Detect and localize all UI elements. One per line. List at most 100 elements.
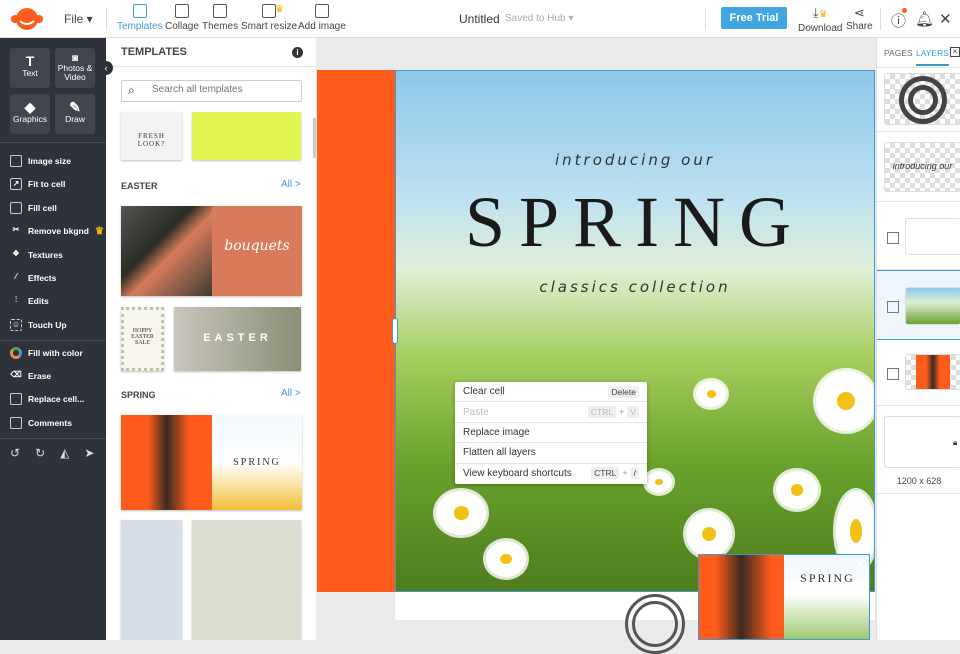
sliders-icon: ⫶: [15, 295, 17, 304]
template-bouquets[interactable]: bouquets: [121, 206, 302, 296]
document-title[interactable]: Untitled: [459, 12, 500, 26]
help-icon[interactable]: ⓘ: [891, 8, 907, 31]
smart-resize-tool[interactable]: Smart resize ♛: [241, 4, 297, 32]
send-icon[interactable]: ➤: [84, 446, 94, 460]
template-fresh-look[interactable]: FRESH LOOK?: [121, 112, 182, 160]
label: Remove bkgnd: [28, 226, 89, 236]
resize-handle[interactable]: [392, 318, 398, 344]
add-image-tool[interactable]: Add image: [298, 4, 346, 32]
collapse-panel-button[interactable]: ‹: [99, 61, 113, 75]
replace-cell-item[interactable]: Replace cell...: [10, 393, 84, 405]
left-sidebar: T Text ◙ Photos & Video ◆ Graphics ✎ Draw Im…: [0, 38, 106, 640]
thumb-text: SPRING: [212, 415, 302, 510]
download-button[interactable]: ⤓♛ Download: [798, 4, 842, 34]
bell-icon[interactable]: 🔔︎: [915, 10, 934, 28]
replace-image-item[interactable]: Replace image: [455, 423, 647, 444]
lock-icon[interactable]: 🔒︎: [953, 438, 957, 448]
keyboard-shortcuts-item[interactable]: View keyboard shortcuts CTRL + /: [455, 464, 647, 484]
photo-cell[interactable]: introducing our SPRING classics collecti…: [395, 70, 875, 592]
share-icon: ⋖: [853, 5, 865, 20]
tab-pages[interactable]: PAGES: [884, 48, 913, 58]
search-input[interactable]: [152, 84, 297, 95]
close-preview-icon[interactable]: ✕: [855, 558, 864, 571]
flatten-layers-item[interactable]: Flatten all layers: [455, 443, 647, 464]
free-trial-button[interactable]: Free Trial: [721, 7, 787, 29]
share-button[interactable]: ⋖ Share: [846, 4, 873, 32]
spring-all-link[interactable]: All >: [281, 388, 301, 399]
divider: [0, 340, 106, 341]
templates-tool[interactable]: Templates: [117, 4, 163, 32]
label: Flatten all layers: [463, 447, 536, 459]
search-box[interactable]: ⌕: [121, 80, 302, 102]
label: Paste: [463, 406, 489, 418]
draw-tool[interactable]: ✎ Draw: [55, 94, 95, 134]
sub-text[interactable]: classics collection: [396, 278, 874, 296]
label: Templates: [117, 21, 163, 32]
intro-text[interactable]: introducing our: [396, 151, 874, 169]
themes-tool[interactable]: Themes: [202, 4, 238, 32]
info-icon[interactable]: i: [292, 47, 303, 58]
erase-item[interactable]: ⌫ Erase: [10, 370, 51, 382]
undo-icon[interactable]: ↺: [10, 446, 20, 460]
cell-icon: [887, 368, 899, 380]
graphics-tool[interactable]: ◆ Graphics: [10, 94, 50, 134]
template-sage[interactable]: [192, 520, 301, 640]
close-icon[interactable]: ✕: [939, 10, 952, 28]
template-preview-popup[interactable]: SPRING ✕: [698, 554, 870, 640]
template-spring[interactable]: SPRING: [121, 415, 302, 510]
comment-icon: [10, 417, 22, 429]
divider: [0, 438, 106, 439]
flip-icon[interactable]: ◭: [60, 446, 69, 460]
layer-woman-cutout[interactable]: [877, 340, 960, 406]
label: Effects: [28, 273, 57, 283]
effects-item[interactable]: ⁄ Effects: [10, 272, 56, 284]
text-tool[interactable]: T Text: [10, 48, 50, 88]
layer-text-preview: introducing our: [884, 142, 960, 192]
fill-cell-item[interactable]: Fill cell: [10, 202, 57, 214]
shortcut: CTRL: [587, 405, 617, 418]
textures-item[interactable]: ❖ Textures: [10, 249, 62, 261]
image-size-item[interactable]: Image size: [10, 155, 71, 167]
photos-video-tool[interactable]: ◙ Photos & Video: [55, 48, 95, 88]
panel-title: TEMPLATES: [121, 46, 187, 58]
remove-background-item[interactable]: ✂ Remove bkgnd ♛: [10, 225, 104, 237]
label: Photos & Video: [57, 63, 93, 82]
saved-status[interactable]: Saved to Hub ▾: [505, 13, 573, 24]
template-lime[interactable]: [192, 112, 301, 160]
tab-layers[interactable]: LAYERS: [916, 48, 949, 66]
file-menu[interactable]: File ▾: [64, 12, 93, 26]
layer-background[interactable]: 🔒︎ 1200 x 628: [877, 406, 960, 494]
collage-icon: [174, 4, 189, 18]
layer-photo-selected[interactable]: [877, 270, 960, 340]
layer-circle-graphic[interactable]: [877, 68, 960, 132]
text-icon: T: [25, 53, 35, 69]
pencil-icon: ✎: [69, 99, 81, 115]
add-image-icon: [314, 4, 329, 18]
comments-item[interactable]: Comments: [10, 417, 72, 429]
canvas-size: 1200 x 628: [896, 476, 942, 486]
fill-with-color-item[interactable]: Fill with color: [10, 347, 83, 359]
paste-item[interactable]: Paste CTRL + V: [455, 402, 647, 423]
layer-cell-empty[interactable]: [877, 202, 960, 270]
template-hoppy-easter[interactable]: HOPPY EASTER SALE: [121, 307, 164, 371]
label: Comments: [28, 418, 72, 428]
collage-tool[interactable]: Collage: [165, 4, 199, 32]
template-blue[interactable]: [121, 520, 182, 640]
label: Fill cell: [28, 203, 57, 213]
orange-cell[interactable]: [317, 70, 395, 592]
fit-to-cell-item[interactable]: ↗ Fit to cell: [10, 178, 65, 190]
thumb-text: FRESH LOOK?: [137, 132, 166, 148]
headline-text[interactable]: SPRING: [396, 181, 874, 264]
eraser-icon: ⌫: [10, 370, 22, 379]
label: Collage: [165, 21, 199, 32]
clear-cell-item[interactable]: Clear cell Delete: [455, 382, 647, 403]
template-easter[interactable]: EASTER: [174, 307, 301, 371]
close-panel-icon[interactable]: ×: [950, 47, 960, 57]
edits-item[interactable]: ⫶ Edits: [10, 295, 49, 307]
easter-all-link[interactable]: All >: [281, 179, 301, 190]
touch-up-item[interactable]: ☺ Touch Up: [10, 319, 67, 331]
layer-text[interactable]: introducing our: [877, 132, 960, 202]
picmonkey-logo-icon[interactable]: [10, 7, 44, 31]
shortcut: Delete: [608, 385, 639, 398]
redo-icon[interactable]: ↻: [35, 446, 45, 460]
